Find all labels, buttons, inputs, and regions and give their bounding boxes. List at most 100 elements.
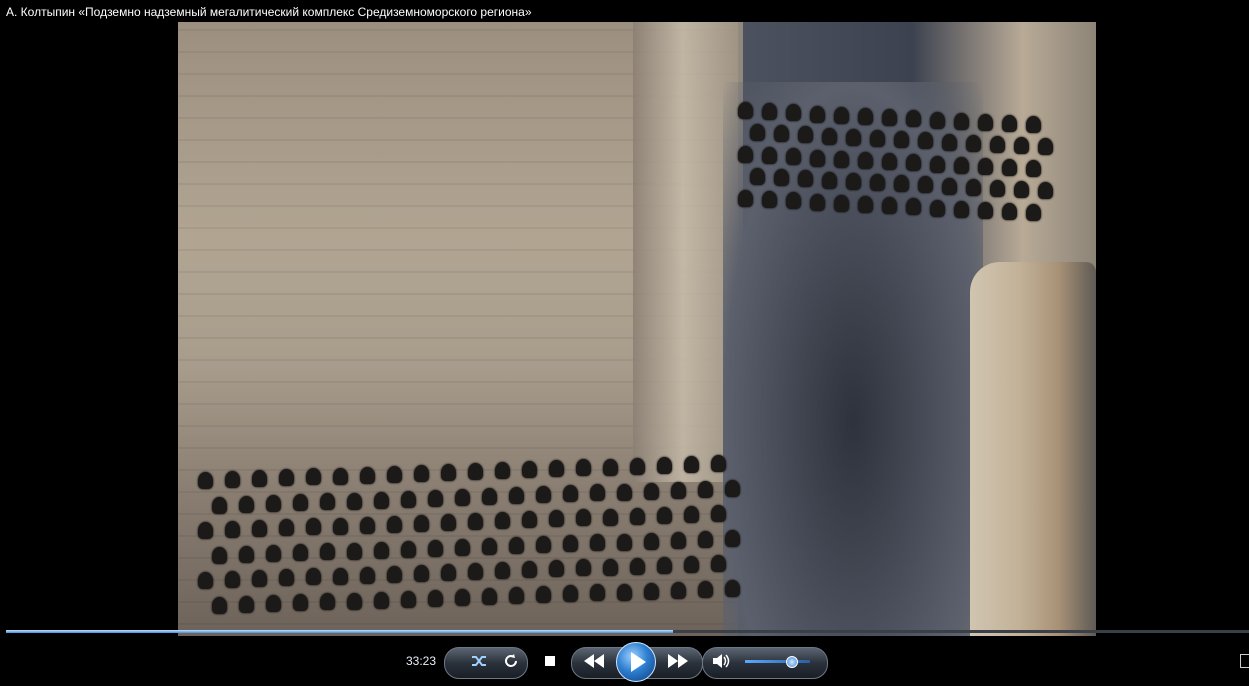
niche [603, 558, 618, 576]
niche [400, 590, 416, 608]
niche [468, 563, 483, 580]
niche [468, 463, 483, 480]
elapsed-time: 33:23 [406, 654, 437, 668]
seek-bar-played [6, 630, 674, 633]
niche [252, 570, 267, 588]
shuffle-icon[interactable] [468, 650, 490, 672]
niche [684, 455, 699, 473]
niche [834, 150, 849, 168]
niche [495, 562, 510, 580]
niche [697, 480, 713, 498]
seek-bar[interactable] [6, 630, 1249, 633]
speaker-icon[interactable] [710, 650, 732, 672]
niche [616, 533, 632, 551]
niche [774, 169, 789, 187]
niche [427, 539, 443, 557]
niche [822, 171, 837, 189]
niche [414, 564, 429, 582]
niche [616, 483, 632, 501]
niche [954, 112, 969, 130]
niche [319, 543, 335, 561]
niche [724, 529, 740, 547]
niche [616, 583, 632, 601]
stop-icon[interactable] [540, 651, 560, 671]
fast-forward-icon[interactable] [664, 650, 692, 672]
niche [978, 158, 993, 175]
niche [1002, 203, 1017, 221]
niche [549, 460, 564, 478]
niche [1014, 181, 1029, 199]
niche [292, 594, 308, 612]
switch-view-icon[interactable] [1240, 654, 1249, 668]
niche [346, 492, 362, 510]
niche [711, 554, 726, 572]
niche [738, 102, 753, 119]
niche [414, 464, 429, 482]
niche [252, 470, 267, 488]
niche [670, 581, 686, 599]
niche [373, 541, 389, 559]
niche [238, 596, 254, 614]
niche [1026, 116, 1041, 134]
niche [918, 132, 933, 150]
niche [211, 547, 227, 564]
repeat-icon[interactable] [500, 650, 522, 672]
niche [198, 472, 213, 489]
niche [930, 199, 945, 217]
niche [810, 149, 825, 167]
niche [858, 152, 873, 169]
niche [786, 148, 801, 166]
niche [225, 471, 240, 489]
niche [670, 531, 686, 549]
niche [738, 190, 753, 207]
niche [225, 521, 240, 539]
niche [589, 484, 605, 502]
niche [454, 538, 470, 556]
niche [990, 180, 1005, 197]
niche [333, 467, 348, 485]
niche [630, 507, 645, 525]
niche [1002, 115, 1017, 133]
volume-slider[interactable] [745, 660, 810, 663]
video-frame[interactable] [178, 22, 1096, 647]
niche [630, 457, 645, 475]
niche [211, 497, 227, 514]
niche [697, 580, 713, 598]
play-icon[interactable] [616, 642, 656, 682]
niche [481, 538, 497, 555]
niche [508, 537, 524, 555]
niche [724, 579, 740, 597]
niche [495, 462, 510, 480]
niche [1038, 138, 1053, 156]
niche [978, 202, 993, 219]
niche [522, 511, 537, 529]
niche [1038, 182, 1053, 200]
niche [724, 479, 740, 497]
niche [441, 563, 456, 581]
niche [238, 496, 254, 514]
niche [882, 153, 897, 171]
niche [643, 582, 659, 600]
niche [306, 468, 321, 486]
niche [454, 588, 470, 606]
niche [810, 193, 825, 211]
niche [198, 522, 213, 539]
niche [454, 488, 470, 506]
niche [918, 176, 933, 194]
niche [333, 567, 348, 585]
niche [670, 481, 686, 499]
niche [930, 111, 945, 129]
niche [786, 192, 801, 210]
niche [930, 155, 945, 173]
niche [360, 466, 375, 484]
niche [400, 540, 416, 558]
niche [319, 593, 335, 611]
niche [522, 561, 537, 579]
niche [954, 200, 969, 218]
niche [387, 515, 402, 533]
rewind-icon[interactable] [580, 650, 608, 672]
volume-knob[interactable] [785, 656, 798, 668]
niche [292, 544, 308, 562]
niche [1026, 204, 1041, 222]
niche [535, 486, 551, 504]
